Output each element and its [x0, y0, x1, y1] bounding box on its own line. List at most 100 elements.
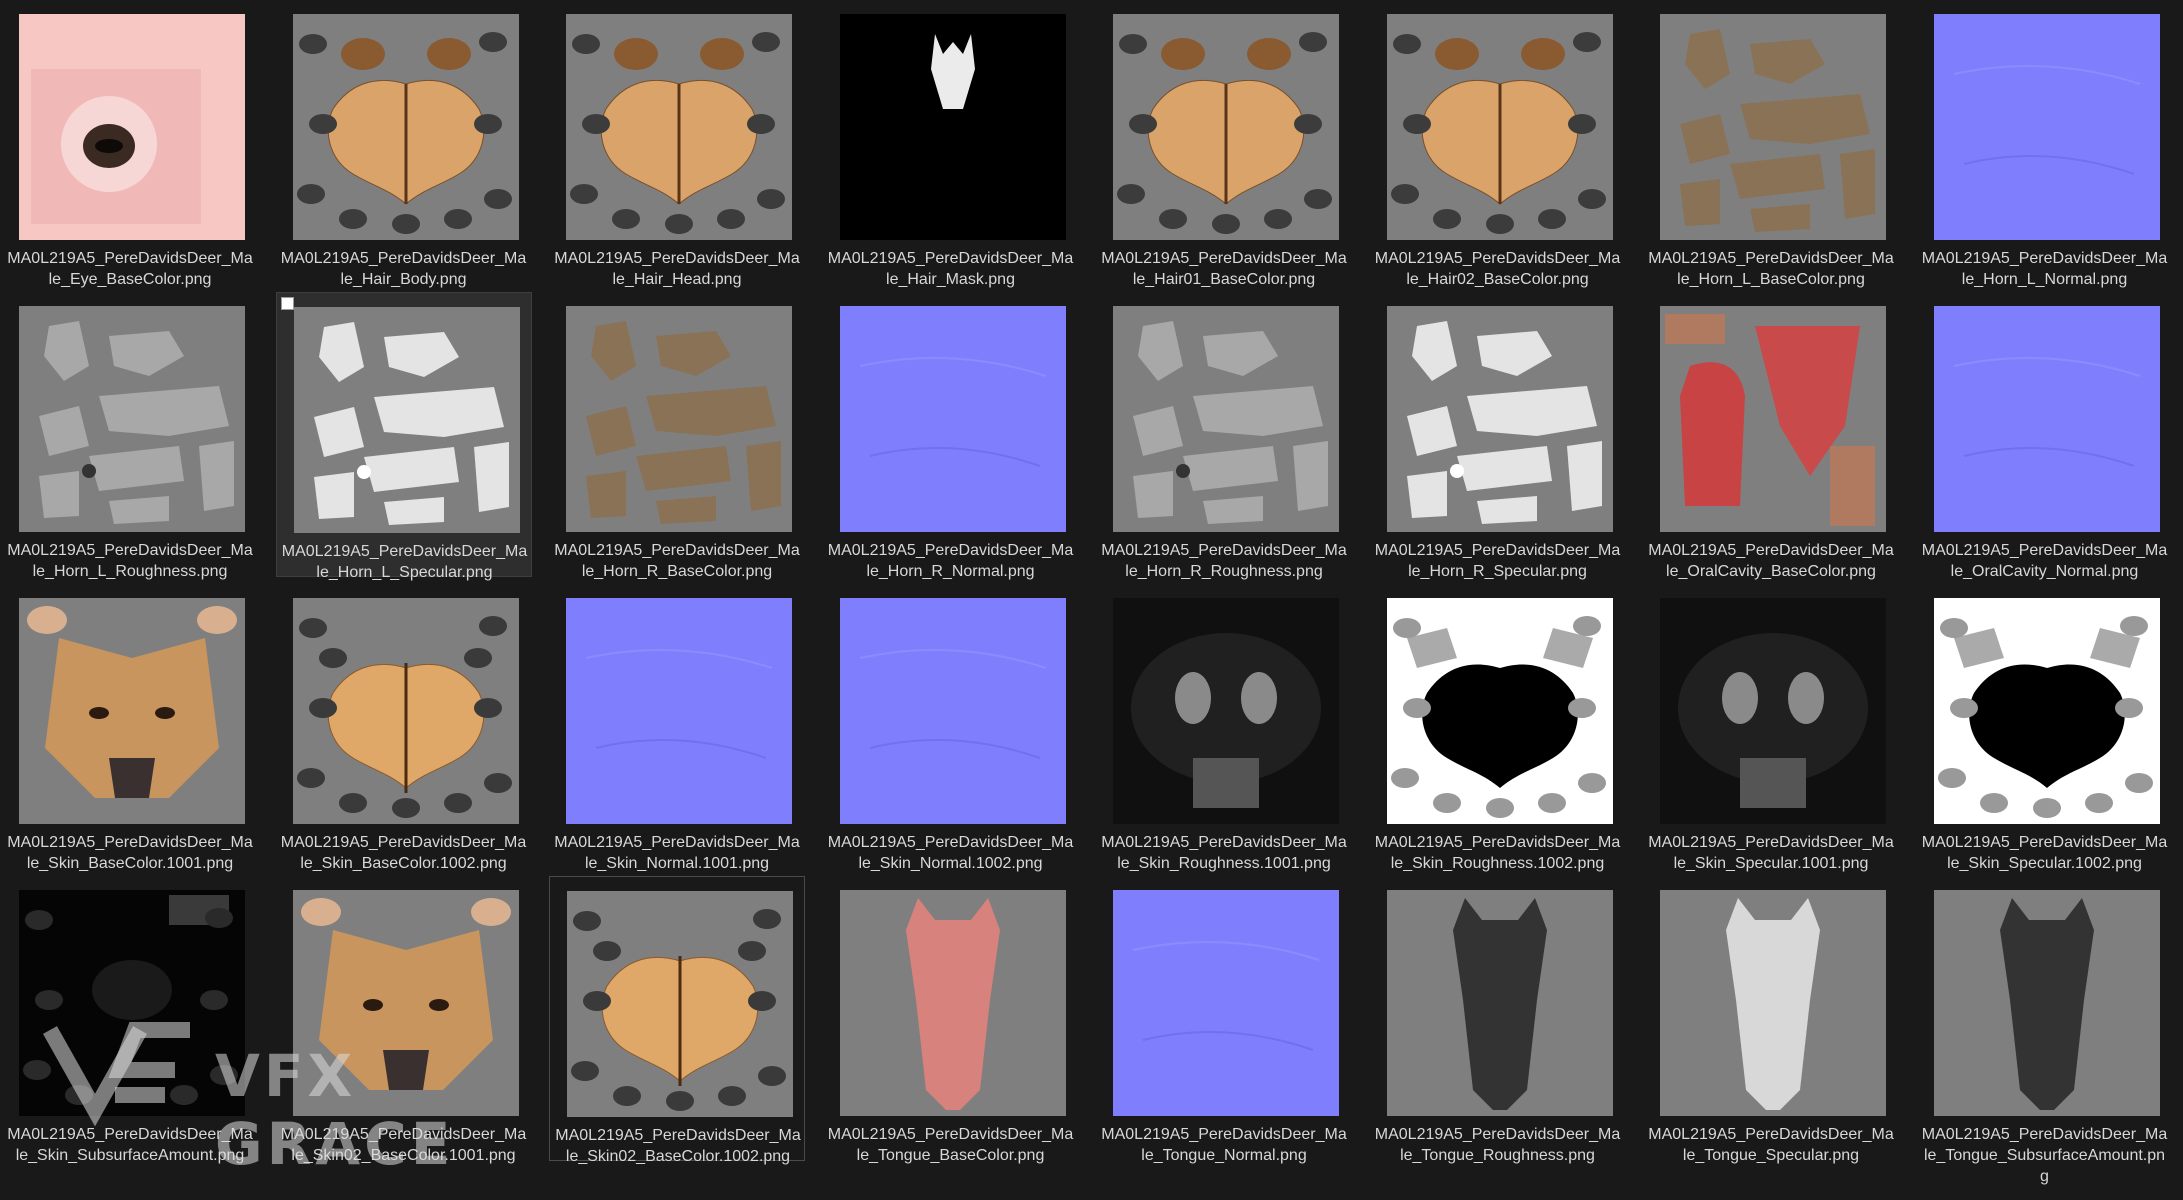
- file-name-line: le_Skin_Specular.1002.png: [1947, 855, 2142, 872]
- file-tile[interactable]: MA0L219A5_PereDavidsDeer_Ma le_Horn_L_Bas…: [1643, 0, 1899, 288]
- texture-thumbnail[interactable]: [292, 14, 519, 240]
- file-name-line: MA0L219A5_PereDavidsDeer_Ma: [1921, 542, 2168, 559]
- file-name-label: MA0L219A5_PereDavidsDeer_Ma le_Horn_L_Nor…: [1917, 248, 2173, 290]
- file-tile[interactable]: MA0L219A5_PereDavidsDeer_Ma le_Skin02_Bas…: [549, 876, 805, 1165]
- file-tile[interactable]: MA0L219A5_PereDavidsDeer_Ma le_Skin_Norma…: [823, 584, 1079, 872]
- file-name-label: MA0L219A5_PereDavidsDeer_Ma le_Horn_R_Bas…: [549, 540, 805, 582]
- file-tile[interactable]: MA0L219A5_PereDavidsDeer_Ma le_Hair02_Bas…: [1370, 0, 1626, 288]
- file-name-line: le_Horn_R_Normal.png: [866, 563, 1035, 580]
- file-name-line: MA0L219A5_PereDavidsDeer_Ma: [554, 250, 800, 267]
- texture-thumbnail[interactable]: [1933, 14, 2160, 240]
- file-tile[interactable]: MA0L219A5_PereDavidsDeer_Ma le_Skin_Norma…: [549, 584, 805, 872]
- file-name-label: MA0L219A5_PereDavidsDeer_Ma le_Hair01_Bas…: [1096, 248, 1352, 290]
- texture-thumbnail[interactable]: [1933, 890, 2160, 1116]
- file-tile[interactable]: MA0L219A5_PereDavidsDeer_Ma le_OralCavity…: [1917, 292, 2173, 580]
- file-tile[interactable]: MA0L219A5_PereDavidsDeer_Ma le_Eye_BaseCo…: [2, 0, 258, 288]
- texture-thumbnail[interactable]: [1386, 306, 1613, 532]
- file-name-label: MA0L219A5_PereDavidsDeer_Ma le_Horn_R_Nor…: [823, 540, 1079, 582]
- file-tile[interactable]: MA0L219A5_PereDavidsDeer_Ma le_Skin02_Bas…: [276, 876, 532, 1164]
- file-tile[interactable]: MA0L219A5_PereDavidsDeer_Ma le_Skin_Rough…: [1096, 584, 1352, 872]
- file-tile[interactable]: MA0L219A5_PereDavidsDeer_Ma le_Hair_Head.…: [549, 0, 805, 288]
- file-name-line: le_Tongue_Normal.png: [1141, 1147, 1307, 1164]
- file-tile[interactable]: MA0L219A5_PereDavidsDeer_Ma le_Horn_R_Bas…: [549, 292, 805, 580]
- file-name-label: MA0L219A5_PereDavidsDeer_Ma le_Hair_Head.…: [549, 248, 805, 290]
- file-name-line: le_Skin_Roughness.1002.png: [1390, 855, 1605, 872]
- texture-thumbnail[interactable]: [1660, 890, 1886, 1116]
- file-tile[interactable]: MA0L219A5_PereDavidsDeer_Ma le_Tongue_Sub…: [1917, 876, 2173, 1185]
- file-name-line: MA0L219A5_PereDavidsDeer_Ma: [827, 250, 1074, 267]
- texture-thumbnail[interactable]: [1933, 306, 2160, 532]
- file-name-line: MA0L219A5_PereDavidsDeer_Ma: [555, 1127, 801, 1144]
- file-name-line: MA0L219A5_PereDavidsDeer_Ma: [1101, 1126, 1347, 1143]
- texture-thumbnail[interactable]: [1113, 14, 1339, 240]
- file-name-line: MA0L219A5_PereDavidsDeer_Ma: [7, 542, 253, 559]
- texture-thumbnail[interactable]: [839, 14, 1066, 240]
- file-tile[interactable]: MA0L219A5_PereDavidsDeer_Ma le_Horn_R_Rou…: [1096, 292, 1352, 580]
- texture-thumbnail[interactable]: [1113, 890, 1339, 1116]
- file-name-label: MA0L219A5_PereDavidsDeer_Ma le_Hair_Mask.…: [823, 248, 1079, 290]
- file-tile[interactable]: MA0L219A5_PereDavidsDeer_Ma le_Tongue_Bas…: [823, 876, 1079, 1164]
- file-tile[interactable]: MA0L219A5_PereDavidsDeer_Ma le_Tongue_Spe…: [1643, 876, 1899, 1164]
- file-name-line: le_Skin_SubsurfaceAmount.png: [15, 1147, 245, 1164]
- texture-thumbnail[interactable]: [1660, 306, 1886, 532]
- file-tile[interactable]: MA0L219A5_PereDavidsDeer_Ma le_Skin_BaseC…: [2, 584, 258, 872]
- file-tile[interactable]: MA0L219A5_PereDavidsDeer_Ma le_Horn_R_Spe…: [1370, 292, 1626, 580]
- file-tile[interactable]: MA0L219A5_PereDavidsDeer_Ma le_Skin_Specu…: [1917, 584, 2173, 872]
- file-tile[interactable]: MA0L219A5_PereDavidsDeer_Ma le_Hair_Mask.…: [823, 0, 1079, 288]
- texture-thumbnail[interactable]: [19, 598, 245, 824]
- file-name-label: MA0L219A5_PereDavidsDeer_Ma le_Skin_BaseC…: [2, 832, 258, 874]
- texture-thumbnail[interactable]: [1386, 890, 1613, 1116]
- file-thumbnail-grid: MA0L219A5_PereDavidsDeer_Ma le_Eye_BaseCo…: [0, 0, 2183, 1200]
- file-name-line: le_Tongue_BaseColor.png: [856, 1147, 1045, 1164]
- texture-thumbnail[interactable]: [292, 598, 519, 824]
- file-tile[interactable]: MA0L219A5_PereDavidsDeer_Ma le_Horn_L_Nor…: [1917, 0, 2173, 288]
- file-tile[interactable]: MA0L219A5_PereDavidsDeer_Ma le_Horn_R_Nor…: [823, 292, 1079, 580]
- file-name-label: MA0L219A5_PereDavidsDeer_Ma le_Skin02_Bas…: [276, 1124, 532, 1166]
- file-name-label: MA0L219A5_PereDavidsDeer_Ma le_Skin_Rough…: [1370, 832, 1626, 874]
- texture-thumbnail[interactable]: [1660, 598, 1886, 824]
- file-tile[interactable]: MA0L219A5_PereDavidsDeer_Ma le_Horn_L_Rou…: [2, 292, 258, 580]
- file-name-line: le_Tongue_Specular.png: [1682, 1147, 1860, 1164]
- file-tile[interactable]: MA0L219A5_PereDavidsDeer_Ma le_OralCavity…: [1643, 292, 1899, 580]
- texture-thumbnail[interactable]: [19, 306, 245, 532]
- file-name-line: MA0L219A5_PereDavidsDeer_Ma: [1921, 834, 2168, 851]
- file-tile[interactable]: MA0L219A5_PereDavidsDeer_Ma le_Skin_Rough…: [1370, 584, 1626, 872]
- texture-thumbnail[interactable]: [839, 306, 1066, 532]
- texture-thumbnail[interactable]: [19, 14, 245, 240]
- file-tile[interactable]: MA0L219A5_PereDavidsDeer_Ma le_Tongue_Nor…: [1096, 876, 1352, 1164]
- file-name-line: le_Horn_L_Roughness.png: [32, 563, 228, 580]
- file-name-line: MA0L219A5_PereDavidsDeer_Ma: [827, 542, 1074, 559]
- texture-thumbnail[interactable]: [1113, 598, 1339, 824]
- select-checkbox[interactable]: [280, 297, 294, 310]
- file-tile[interactable]: MA0L219A5_PereDavidsDeer_Ma le_Skin_Specu…: [1643, 584, 1899, 872]
- texture-thumbnail[interactable]: [1113, 306, 1339, 532]
- file-tile[interactable]: MA0L219A5_PereDavidsDeer_Ma le_Tongue_Rou…: [1370, 876, 1626, 1164]
- texture-thumbnail[interactable]: [1660, 14, 1886, 240]
- texture-thumbnail[interactable]: [567, 891, 793, 1117]
- texture-thumbnail[interactable]: [19, 890, 245, 1116]
- texture-thumbnail[interactable]: [566, 14, 792, 240]
- file-name-line: MA0L219A5_PereDavidsDeer_Ma: [1374, 1126, 1621, 1143]
- file-name-line: MA0L219A5_PereDavidsDeer_Ma: [280, 1126, 527, 1143]
- texture-thumbnail[interactable]: [839, 890, 1066, 1116]
- texture-thumbnail[interactable]: [1933, 598, 2160, 824]
- texture-thumbnail[interactable]: [566, 598, 792, 824]
- texture-thumbnail[interactable]: [1386, 598, 1613, 824]
- file-name-label: MA0L219A5_PereDavidsDeer_Ma le_Skin_Specu…: [1643, 832, 1899, 874]
- file-tile[interactable]: MA0L219A5_PereDavidsDeer_Ma le_Hair_Body.…: [276, 0, 532, 288]
- texture-thumbnail[interactable]: [566, 306, 792, 532]
- texture-thumbnail[interactable]: [292, 890, 519, 1116]
- texture-thumbnail[interactable]: [293, 307, 520, 533]
- file-name-line: le_Hair_Body.png: [340, 271, 467, 288]
- file-name-line: le_Eye_BaseColor.png: [48, 271, 212, 288]
- texture-thumbnail[interactable]: [839, 598, 1066, 824]
- texture-thumbnail[interactable]: [1386, 14, 1613, 240]
- file-name-line: MA0L219A5_PereDavidsDeer_Ma: [280, 250, 527, 267]
- file-tile[interactable]: MA0L219A5_PereDavidsDeer_Ma le_Hair01_Bas…: [1096, 0, 1352, 288]
- file-tile[interactable]: MA0L219A5_PereDavidsDeer_Ma le_Skin_Subsu…: [2, 876, 258, 1164]
- file-name-line: le_OralCavity_Normal.png: [1950, 563, 2139, 580]
- file-tile[interactable]: MA0L219A5_PereDavidsDeer_Ma le_Horn_L_Spe…: [275, 292, 532, 581]
- file-name-line: MA0L219A5_PereDavidsDeer_Ma: [7, 834, 253, 851]
- file-name-label: MA0L219A5_PereDavidsDeer_Ma le_Skin_Rough…: [1096, 832, 1352, 874]
- file-tile[interactable]: MA0L219A5_PereDavidsDeer_Ma le_Skin_BaseC…: [276, 584, 532, 872]
